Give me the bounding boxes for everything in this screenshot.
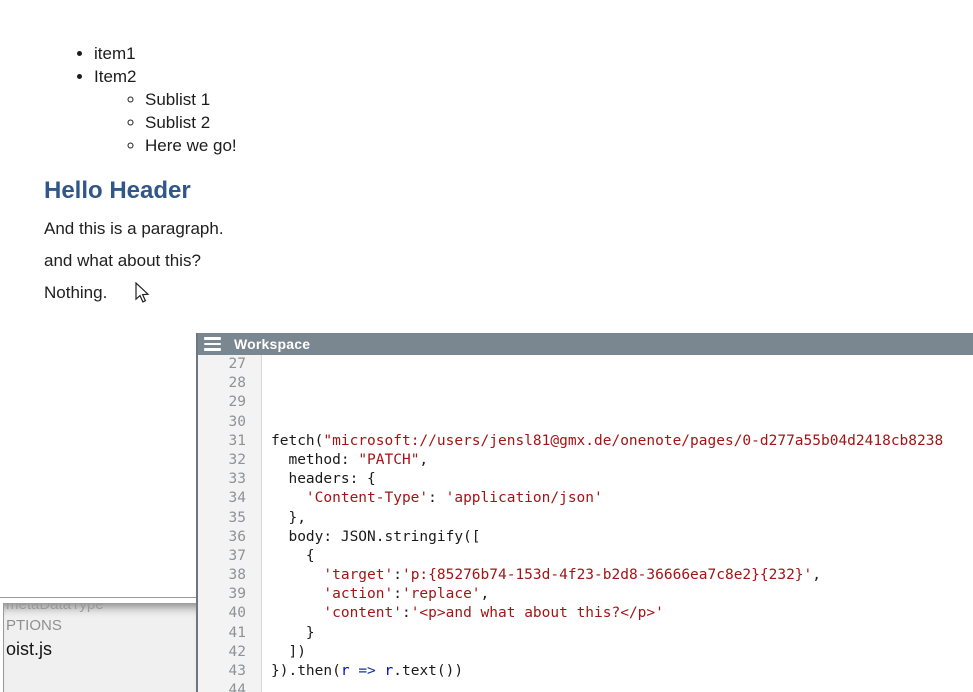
list-item: Item2: [94, 65, 237, 88]
code-line[interactable]: [271, 355, 973, 374]
code-line[interactable]: 'content':'<p>and what about this?</p>': [271, 604, 973, 623]
code-line[interactable]: [271, 413, 973, 432]
line-number: 29: [198, 393, 246, 412]
paragraph: And this is a paragraph.: [44, 219, 224, 239]
code-line[interactable]: }: [271, 624, 973, 643]
line-number: 41: [198, 624, 246, 643]
code-line[interactable]: headers: {: [271, 470, 973, 489]
workspace-header: Workspace: [198, 333, 973, 355]
code-editor[interactable]: 272829303132333435363738394041424344 fet…: [198, 355, 973, 692]
line-number: 43: [198, 662, 246, 681]
code-lines[interactable]: fetch("microsoft://users/jensl81@gmx.de/…: [262, 355, 973, 692]
code-line[interactable]: },: [271, 509, 973, 528]
list-item: Here we go!: [145, 134, 237, 157]
code-line[interactable]: {: [271, 547, 973, 566]
list-item: Sublist 1: [145, 88, 237, 111]
line-number: 31: [198, 432, 246, 451]
line-number: 32: [198, 451, 246, 470]
hamburger-menu-icon[interactable]: [204, 337, 221, 351]
workspace-title: Workspace: [234, 336, 310, 352]
line-number: 33: [198, 470, 246, 489]
line-number: 28: [198, 374, 246, 393]
workspace-panel: Workspace 272829303132333435363738394041…: [196, 333, 973, 692]
code-line[interactable]: [271, 681, 973, 692]
line-number-gutter: 272829303132333435363738394041424344: [198, 355, 262, 692]
mouse-cursor-icon: [134, 282, 152, 304]
bullet-list: item1 Item2 Sublist 1 Sublist 2 Here we …: [44, 42, 237, 157]
sub-bullet-list: Sublist 1 Sublist 2 Here we go!: [94, 88, 237, 157]
code-line[interactable]: }).then(r => r.text()): [271, 662, 973, 681]
line-number: 37: [198, 547, 246, 566]
line-number: 38: [198, 566, 246, 585]
list-item: item1: [94, 42, 237, 65]
line-number: 34: [198, 489, 246, 508]
line-number: 40: [198, 604, 246, 623]
line-number: 35: [198, 509, 246, 528]
code-line[interactable]: method: "PATCH",: [271, 451, 973, 470]
list-item: Sublist 2: [145, 111, 237, 134]
clipped-list-item: metaDataType: [6, 603, 196, 613]
list-item: PTIONS: [6, 617, 196, 634]
line-number: 39: [198, 585, 246, 604]
line-number: 42: [198, 643, 246, 662]
code-line[interactable]: fetch("microsoft://users/jensl81@gmx.de/…: [271, 432, 973, 451]
paragraph: and what about this?: [44, 251, 201, 271]
background-window: metaDataType PTIONS oist.js: [0, 597, 196, 692]
code-line[interactable]: 'target':'p:{85276b74-153d-4f23-b2d8-366…: [271, 566, 973, 585]
code-line[interactable]: body: JSON.stringify([: [271, 528, 973, 547]
code-line[interactable]: 'Content-Type': 'application/json': [271, 489, 973, 508]
line-number: 27: [198, 355, 246, 374]
page-title: Hello Header: [44, 177, 191, 205]
list-item[interactable]: oist.js: [6, 639, 196, 660]
line-number: 44: [198, 681, 246, 692]
code-line[interactable]: [271, 393, 973, 412]
code-line[interactable]: ]): [271, 643, 973, 662]
code-line[interactable]: [271, 374, 973, 393]
line-number: 30: [198, 413, 246, 432]
paragraph: Nothing.: [44, 283, 107, 303]
line-number: 36: [198, 528, 246, 547]
background-window-list: metaDataType PTIONS oist.js: [3, 603, 196, 692]
code-line[interactable]: 'action':'replace',: [271, 585, 973, 604]
document-list: item1 Item2 Sublist 1 Sublist 2 Here we …: [44, 42, 237, 157]
